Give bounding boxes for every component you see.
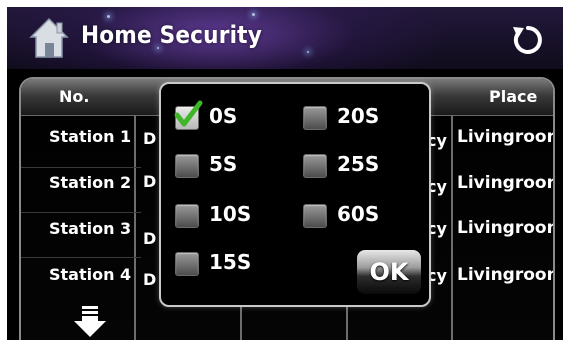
option-label: 10S xyxy=(209,202,252,226)
option-checkbox[interactable] xyxy=(303,204,327,228)
option-checkbox[interactable] xyxy=(175,204,199,228)
place-value: Livingroom xyxy=(457,127,555,147)
option-25s[interactable]: 25S xyxy=(303,150,413,180)
refresh-icon[interactable] xyxy=(512,24,544,56)
option-10s[interactable]: 10S xyxy=(175,200,275,230)
sparkle-decoration xyxy=(107,15,110,18)
option-label: 25S xyxy=(337,152,380,176)
option-checkbox[interactable] xyxy=(303,106,327,130)
option-0s[interactable]: 0S xyxy=(174,100,275,132)
ok-button-label: OK xyxy=(369,258,409,286)
option-60s[interactable]: 60S xyxy=(303,200,413,230)
ok-button[interactable]: OK xyxy=(357,250,421,294)
option-5s[interactable]: 5S xyxy=(175,150,275,180)
sparkle-decoration xyxy=(252,13,255,16)
cell-fragment: D xyxy=(143,229,157,248)
sparkle-decoration xyxy=(307,51,309,53)
option-label: 0S xyxy=(209,104,238,128)
option-15s[interactable]: 15S xyxy=(175,248,275,278)
checkmark-icon xyxy=(174,100,203,127)
row-divider xyxy=(21,167,141,168)
option-20s[interactable]: 20S xyxy=(303,102,413,132)
down-arrow-icon[interactable] xyxy=(73,306,107,338)
option-checkbox[interactable] xyxy=(174,100,203,130)
app-title: Home Security xyxy=(81,21,262,49)
cell-fragment: D xyxy=(143,129,157,148)
column-header-place: Place xyxy=(489,87,538,106)
column-header-no: No. xyxy=(59,87,90,106)
option-label: 15S xyxy=(209,250,252,274)
place-value: Livingroom xyxy=(457,218,555,238)
option-label: 20S xyxy=(337,104,380,128)
station-name: Station 1 xyxy=(49,127,132,146)
option-label: 60S xyxy=(337,202,380,226)
delay-selection-dialog: 0S 5S 10S 15S 20S 25S 60S OK xyxy=(159,82,431,307)
title-bar: Home Security xyxy=(7,7,563,69)
station-name: Station 4 xyxy=(49,265,132,284)
option-checkbox[interactable] xyxy=(175,252,199,276)
option-checkbox[interactable] xyxy=(303,154,327,178)
station-name: Station 3 xyxy=(49,219,132,238)
station-name: Station 2 xyxy=(49,173,132,192)
cell-fragment: D xyxy=(143,270,157,289)
place-value: Livingroom xyxy=(457,173,555,193)
option-label: 5S xyxy=(209,152,238,176)
device-screen: Home Security No. Place Station 1 D cy L… xyxy=(7,7,563,340)
home-icon[interactable] xyxy=(29,17,69,59)
cell-fragment: D xyxy=(143,172,157,191)
option-checkbox[interactable] xyxy=(175,154,199,178)
place-value: Livingroom xyxy=(457,265,555,285)
row-divider xyxy=(21,257,141,258)
